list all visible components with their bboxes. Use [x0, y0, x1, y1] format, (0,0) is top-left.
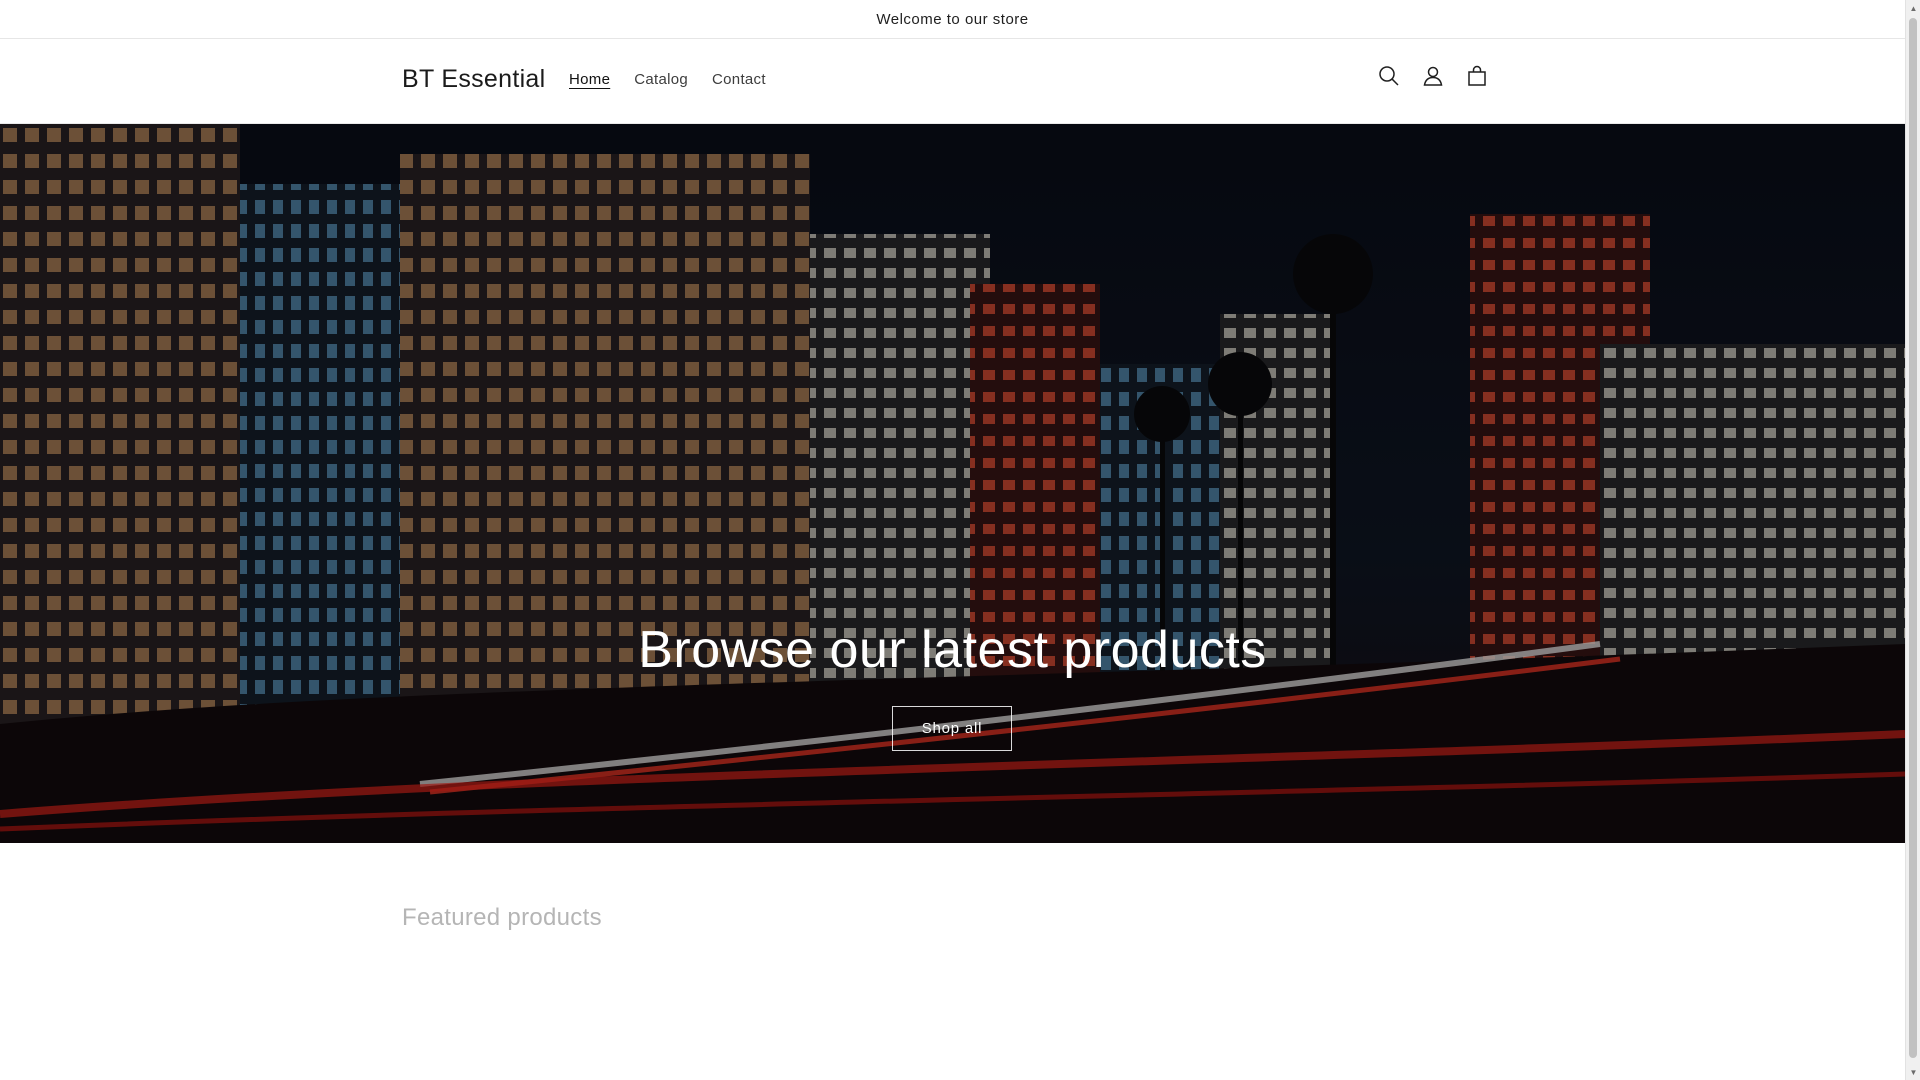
hero-title: Browse our latest products — [638, 621, 1267, 679]
announcement-text: Welcome to our store — [876, 10, 1029, 28]
scroll-up-arrow-icon[interactable]: ▲ — [1906, 0, 1920, 16]
nav-contact[interactable]: Contact — [700, 71, 778, 88]
shop-all-button[interactable]: Shop all — [892, 706, 1012, 751]
header-icons — [1376, 63, 1490, 89]
announcement-bar: Welcome to our store — [0, 0, 1905, 39]
search-icon[interactable] — [1376, 63, 1402, 89]
featured-products-heading: Featured products — [402, 904, 602, 931]
nav-home[interactable]: Home — [557, 71, 622, 88]
main-nav: Home Catalog Contact — [557, 71, 778, 88]
scroll-down-arrow-icon[interactable]: ▼ — [1906, 1064, 1920, 1080]
account-icon[interactable] — [1420, 63, 1446, 89]
page-scrollbar[interactable]: ▲ ▼ — [1905, 0, 1920, 1080]
site-header: BT Essential Home Catalog Contact — [0, 39, 1905, 124]
scroll-thumb[interactable] — [1909, 18, 1917, 1058]
hero-banner: Browse our latest products Shop all — [0, 124, 1905, 843]
nav-catalog[interactable]: Catalog — [622, 71, 700, 88]
storefront-page: Welcome to our store BT Essential Home C… — [0, 0, 1905, 1080]
store-logo[interactable]: BT Essential — [402, 65, 545, 94]
cart-icon[interactable] — [1464, 63, 1490, 89]
